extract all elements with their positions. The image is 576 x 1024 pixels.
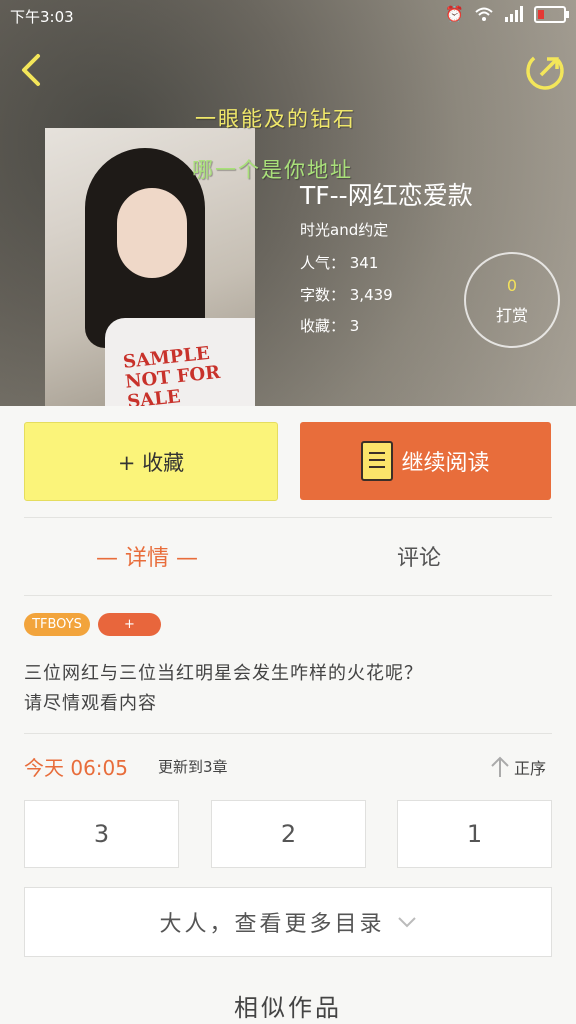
tag-tfboys[interactable]: TFBOYS bbox=[24, 613, 90, 636]
divider bbox=[24, 733, 552, 734]
add-tag-button[interactable]: + bbox=[98, 613, 161, 636]
book-title: TF--网红恋爱款 bbox=[300, 181, 473, 210]
book-header: SAMPLE NOT FOR SALE bbox=[0, 0, 576, 406]
battery-icon bbox=[534, 5, 569, 23]
book-description: 三位网红与三位当红明星会发生咋样的火花呢？ 请尽情观看内容 bbox=[24, 663, 423, 714]
sort-order-button[interactable]: 正序 bbox=[490, 755, 546, 779]
arrow-up-icon bbox=[491, 756, 509, 777]
sort-order-label: 正序 bbox=[514, 759, 547, 778]
signal-icon bbox=[505, 6, 523, 22]
book-word-count: 字数： 3,439 bbox=[300, 286, 393, 304]
chapter-button[interactable]: 3 bbox=[24, 800, 179, 868]
cover-tagline-1: 一眼能及的钻石 bbox=[195, 107, 356, 131]
chapter-button[interactable]: 1 bbox=[397, 800, 552, 868]
chevron-down-icon bbox=[397, 917, 416, 928]
alarm-icon: ⏰ bbox=[445, 5, 464, 23]
divider bbox=[24, 595, 552, 596]
continue-reading-label: 继续阅读 bbox=[401, 451, 490, 476]
tip-count: 0 bbox=[506, 276, 518, 295]
update-status: 更新到3章 bbox=[158, 758, 228, 776]
view-more-chapters-button[interactable]: 大人，查看更多目录 bbox=[24, 887, 552, 957]
tip-button[interactable]: 0 打赏 bbox=[464, 252, 560, 348]
chapter-button[interactable]: 2 bbox=[211, 800, 366, 868]
book-popularity: 人气： 341 bbox=[300, 254, 379, 272]
book-icon bbox=[361, 441, 394, 481]
view-more-label: 大人，查看更多目录 bbox=[159, 912, 385, 937]
back-arrow-icon[interactable] bbox=[14, 50, 54, 90]
continue-reading-button[interactable]: 继续阅读 bbox=[300, 422, 551, 500]
update-time: 今天 06:05 bbox=[24, 756, 128, 780]
tab-comments[interactable]: 评论 bbox=[397, 540, 441, 572]
tab-detail[interactable]: — 详情 — bbox=[96, 540, 198, 572]
similar-works-heading: 相似作品 bbox=[234, 994, 342, 1022]
book-favorites: 收藏： 3 bbox=[300, 317, 360, 335]
book-author[interactable]: 时光and约定 bbox=[300, 219, 388, 240]
share-icon[interactable] bbox=[524, 50, 566, 92]
cover-shirt-text: SAMPLE NOT FOR SALE bbox=[122, 342, 222, 406]
tip-label: 打赏 bbox=[495, 306, 528, 325]
status-bar: 下午3:03 ⏰ bbox=[0, 0, 576, 30]
favorite-button[interactable]: + 收藏 bbox=[24, 422, 278, 501]
divider bbox=[24, 517, 552, 518]
status-time: 下午3:03 bbox=[10, 8, 74, 26]
wifi-icon bbox=[475, 7, 493, 21]
